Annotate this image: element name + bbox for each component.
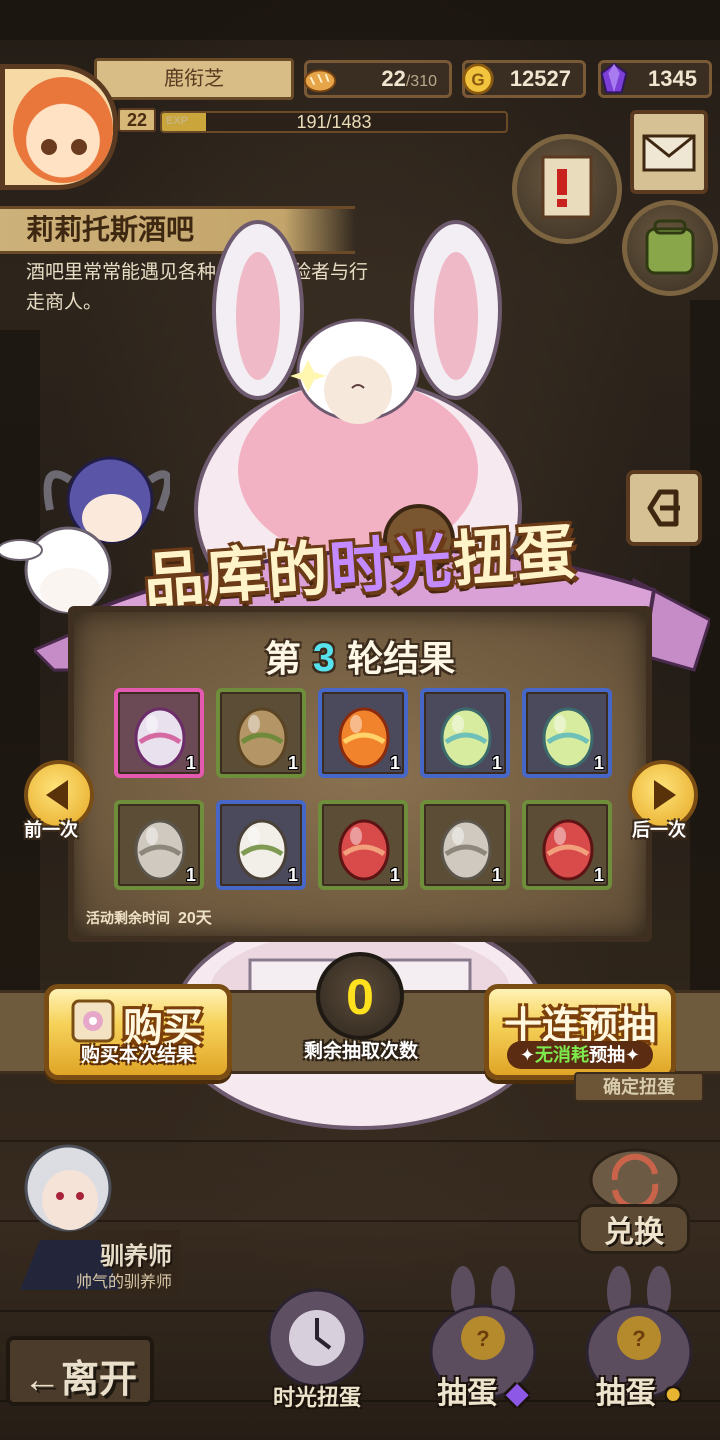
gold-draw-text: 抽蛋 xyxy=(595,1377,656,1410)
gacha-title-part-1: 品库的 xyxy=(141,535,332,616)
next-round-label: 后一次 xyxy=(632,820,686,840)
draws-left-value: 0 xyxy=(346,969,374,1025)
grey-shell-egg-icon xyxy=(440,819,492,881)
free-preview-pill: ✦无消耗预抽✦ xyxy=(507,1041,653,1069)
result-slot[interactable]: 1 xyxy=(522,688,612,778)
serpent-egg-icon xyxy=(440,707,492,769)
red-rune-egg-icon xyxy=(542,819,594,881)
gold-value: 12527 xyxy=(509,66,571,91)
player-level: 22 xyxy=(118,108,156,132)
buy-sub-label: 购买本次结果 xyxy=(80,1045,195,1066)
stamina-counter[interactable]: 22/310 xyxy=(303,60,452,98)
gold-draw-button[interactable]: ? 抽蛋 ● xyxy=(574,1262,704,1412)
grey-shell-egg-icon xyxy=(134,819,186,881)
scroll-icon xyxy=(541,155,593,219)
envelope-icon xyxy=(642,134,696,172)
avatar-face-icon xyxy=(13,77,113,183)
stamina-value: 22 xyxy=(381,66,406,91)
skull-egg-icon xyxy=(236,819,288,881)
result-qty: 1 xyxy=(593,865,604,885)
result-slot[interactable]: 1 xyxy=(318,688,408,778)
result-slot[interactable]: 1 xyxy=(114,800,204,890)
result-slot[interactable]: 1 xyxy=(216,800,306,890)
result-qty: 1 xyxy=(389,865,400,885)
time-gacha-label: 时光扭蛋 xyxy=(272,1385,361,1410)
player-avatar[interactable] xyxy=(0,64,118,190)
result-slot[interactable]: 1 xyxy=(522,800,612,890)
return-button[interactable] xyxy=(626,470,702,546)
draws-left-counter: 0 xyxy=(316,952,404,1040)
sparkle-icon: ✦ xyxy=(625,1045,641,1065)
results-panel: 第 3 轮结果 1 1 1 1 1 1 1 1 1 1 活动剩余时间 20天 xyxy=(68,606,652,942)
result-slot[interactable]: 1 xyxy=(420,800,510,890)
round-number: 3 xyxy=(312,636,336,680)
gem-draw-label: 抽蛋 ◆ xyxy=(418,1368,548,1412)
player-name: 鹿衔芝 xyxy=(94,58,294,100)
result-slot[interactable]: 1 xyxy=(114,688,204,778)
gacha-title-part-2: 时光 xyxy=(327,526,456,603)
purple-gem-icon: ◆ xyxy=(505,1377,529,1410)
result-qty: 1 xyxy=(491,753,502,773)
gem-value: 1345 xyxy=(648,66,697,91)
svg-text:?: ? xyxy=(476,1326,489,1351)
event-time-label: 活动剩余时间 xyxy=(86,910,170,926)
ten-preview-button[interactable]: 十连预抽 ✦无消耗预抽✦ xyxy=(484,984,676,1080)
confirm-gacha-banner: 确定扭蛋 xyxy=(574,1072,704,1102)
serpent-egg-icon xyxy=(542,707,594,769)
gold-coin-icon: ● xyxy=(664,1377,683,1410)
preview-sub-label: 预抽 xyxy=(589,1045,625,1065)
result-qty: 1 xyxy=(491,865,502,885)
sparkle-icon: ✦ xyxy=(519,1045,535,1065)
gold-counter[interactable]: G 12527 xyxy=(462,60,586,98)
result-qty: 1 xyxy=(389,753,400,773)
result-qty: 1 xyxy=(185,865,196,885)
svg-text:G: G xyxy=(471,71,484,90)
flame-egg-icon xyxy=(338,707,390,769)
return-arrow-icon xyxy=(647,489,680,527)
gem-draw-button[interactable]: ? 抽蛋 ◆ xyxy=(418,1262,548,1412)
purple-gem-icon xyxy=(600,62,628,94)
result-slot[interactable]: 1 xyxy=(318,800,408,890)
result-slot[interactable]: 1 xyxy=(216,688,306,778)
event-time-value: 20天 xyxy=(178,910,212,927)
backpack-button[interactable] xyxy=(622,200,718,296)
exp-bar: EXP 191/1483 xyxy=(160,111,508,133)
leave-button[interactable]: ←离开 xyxy=(6,1336,154,1406)
tamer-name: 驯养师 xyxy=(100,1243,172,1270)
exp-text: 191/1483 xyxy=(296,112,372,132)
round-suffix: 轮结果 xyxy=(347,638,456,679)
gold-coin-icon: G xyxy=(462,63,494,95)
red-rune-egg-icon xyxy=(338,819,390,881)
tamer-title: 帅气的驯养师 xyxy=(75,1274,172,1291)
gem-counter[interactable]: 1345 xyxy=(598,60,712,98)
exchange-button[interactable]: 兑换 xyxy=(578,1204,690,1254)
dark-spider-egg-icon xyxy=(134,707,186,769)
exchange-bag-icon[interactable] xyxy=(580,1132,690,1212)
round-prefix: 第 xyxy=(264,638,301,679)
previous-round-label: 前一次 xyxy=(24,820,78,840)
result-qty: 1 xyxy=(185,753,196,773)
gem-draw-text: 抽蛋 xyxy=(437,1377,498,1410)
draws-left-label: 剩余抽取次数 xyxy=(303,1041,418,1062)
gold-draw-label: 抽蛋 ● xyxy=(574,1368,704,1412)
quest-scroll-button[interactable] xyxy=(512,134,622,244)
svg-text:?: ? xyxy=(632,1326,645,1351)
result-slot[interactable]: 1 xyxy=(420,688,510,778)
gacha-title-part-3: 扭蛋 xyxy=(450,517,580,594)
stamina-max: /310 xyxy=(405,73,437,90)
buy-result-button[interactable]: 购买 购买本次结果 xyxy=(44,984,232,1080)
result-qty: 1 xyxy=(593,753,604,773)
leaf-wrapped-egg-icon xyxy=(236,707,288,769)
backpack-icon xyxy=(645,219,695,275)
time-gacha-button[interactable]: 时光扭蛋 xyxy=(252,1262,382,1412)
event-time: 活动剩余时间 20天 xyxy=(86,904,212,928)
mail-button[interactable] xyxy=(630,110,708,194)
round-title: 第 3 轮结果 xyxy=(74,630,646,682)
result-qty: 1 xyxy=(287,753,298,773)
leave-label: ←离开 xyxy=(22,1359,137,1401)
free-label: 无消耗 xyxy=(535,1045,589,1065)
bread-icon xyxy=(303,69,337,93)
result-qty: 1 xyxy=(287,865,298,885)
